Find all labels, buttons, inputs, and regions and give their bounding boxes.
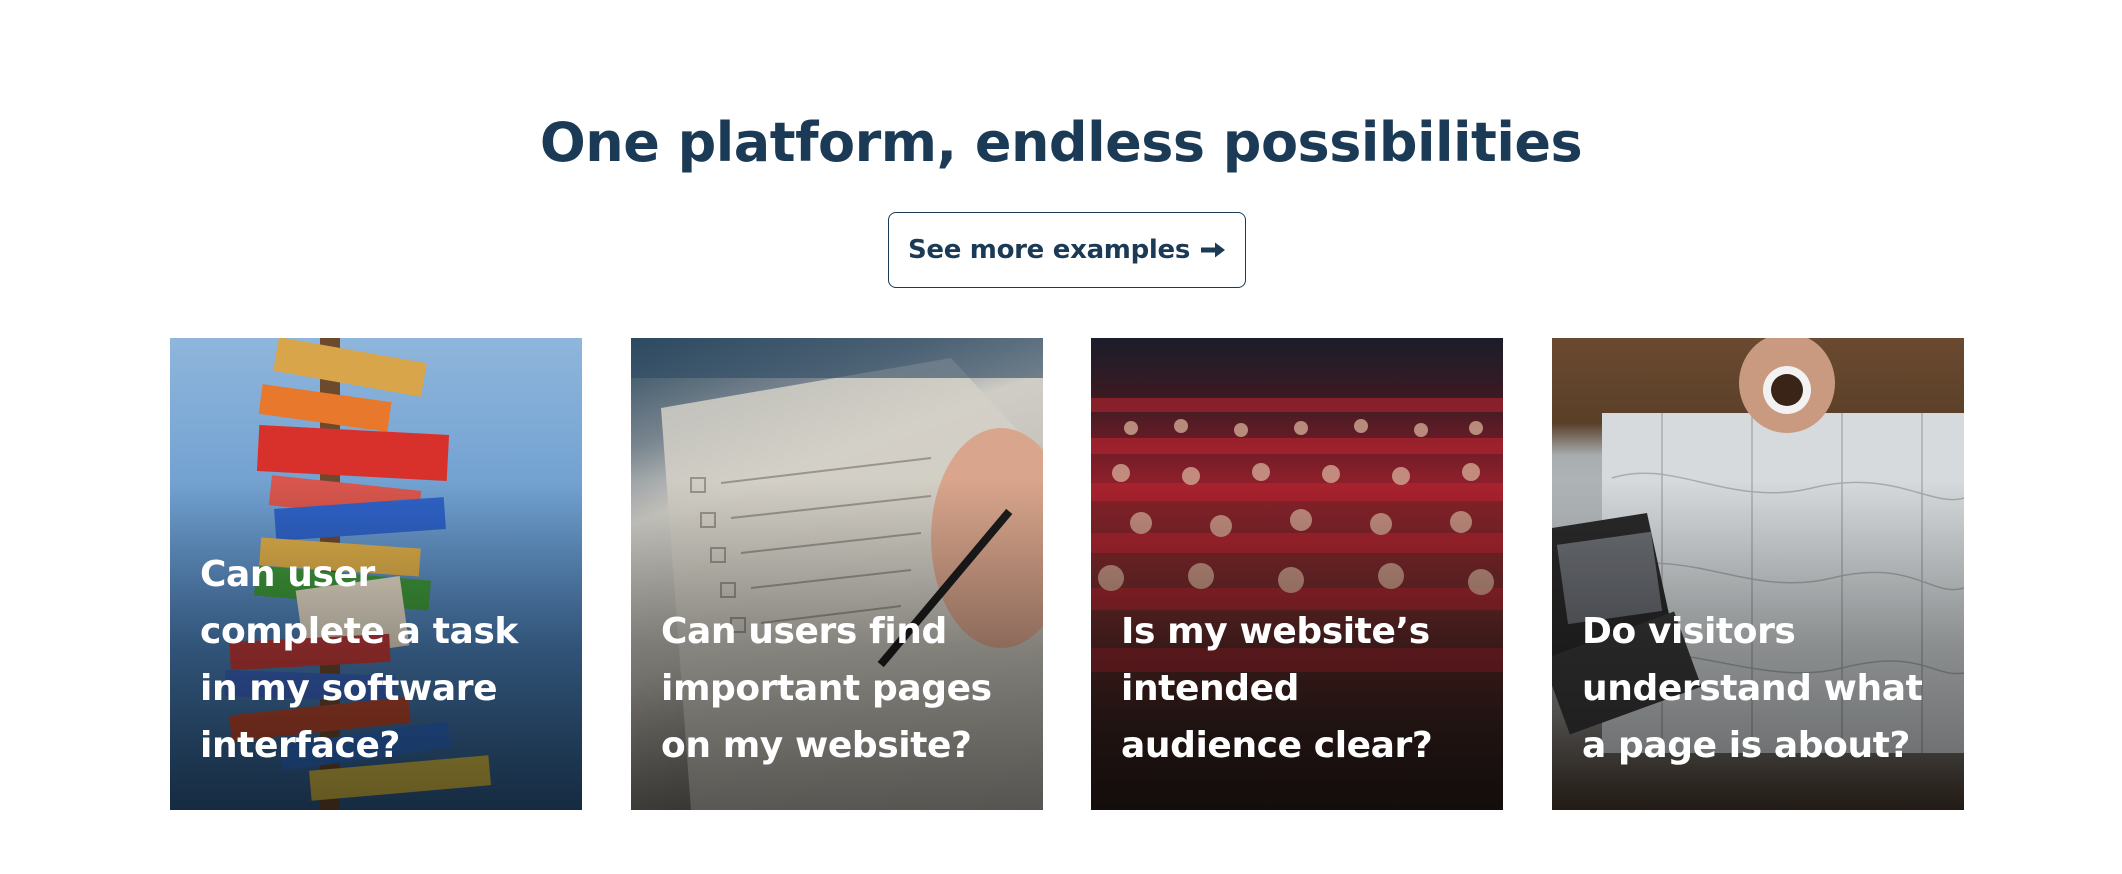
section-title: One platform, endless possibilities <box>539 111 1583 174</box>
see-more-examples-label: See more examples <box>907 235 1191 265</box>
example-card-find-pages[interactable]: Can users find important pages on my web… <box>631 338 1043 810</box>
card-title: Do visitors understand what a page is ab… <box>1582 611 1923 766</box>
card-title: Can user complete a task in my software … <box>200 554 518 766</box>
example-card-audience-clarity[interactable]: Is my website’s intended audience clear? <box>1091 338 1503 810</box>
example-card-page-understanding[interactable]: Do visitors understand what a page is ab… <box>1552 338 1964 810</box>
arrow-right-icon <box>1201 242 1226 258</box>
see-more-examples-button[interactable]: See more examples <box>888 212 1246 288</box>
example-card-task-completion[interactable]: Can user complete a task in my software … <box>170 338 582 810</box>
card-title: Can users find important pages on my web… <box>661 611 992 766</box>
card-title: Is my website’s intended audience clear? <box>1121 611 1433 766</box>
